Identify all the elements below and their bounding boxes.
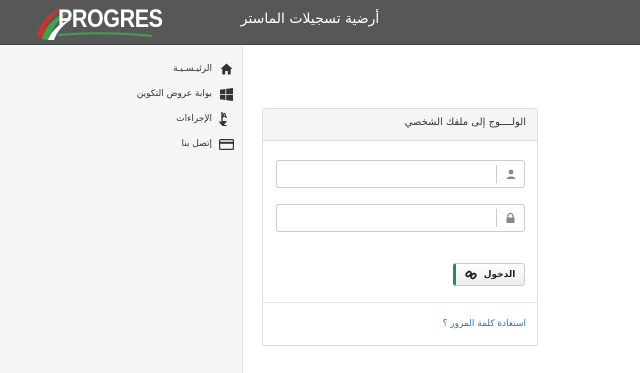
sidebar-item-label: بوابة عروض التكوين xyxy=(136,89,212,99)
login-panel: الولــــوج إلى ملفك الشخصي الدخول استعاد… xyxy=(262,108,538,346)
login-button-label: الدخول xyxy=(483,269,516,280)
username-input[interactable] xyxy=(277,161,495,187)
login-panel-heading: الولــــوج إلى ملفك الشخصي xyxy=(263,109,537,141)
top-header: PROGRES أرضية تسجيلات الماستر xyxy=(0,0,640,45)
panel-divider xyxy=(263,302,537,303)
sidebar-item-label: الرئيـسـيـة xyxy=(173,64,212,74)
username-field-group xyxy=(276,160,525,188)
sidebar-item-label: الإجراءات xyxy=(176,114,212,124)
sidebar-item-contact[interactable]: إتصل بنا xyxy=(182,135,234,153)
user-icon xyxy=(496,165,524,183)
sidebar: الرئيـسـيـة بوابة عروض التكوين A Z الإجر… xyxy=(0,46,243,373)
svg-text:A: A xyxy=(222,112,228,120)
app-title: أرضية تسجيلات الماستر xyxy=(240,11,380,27)
link-icon xyxy=(464,269,477,281)
svg-text:Z: Z xyxy=(222,120,227,127)
home-icon xyxy=(218,61,234,77)
login-button[interactable]: الدخول xyxy=(453,263,525,286)
sidebar-item-training-offers[interactable]: بوابة عروض التكوين xyxy=(137,85,234,103)
recover-password-link[interactable]: استعادة كلمة المرور ؟ xyxy=(443,319,526,329)
sort-alpha-icon: A Z xyxy=(218,111,234,127)
sidebar-item-home[interactable]: الرئيـسـيـة xyxy=(173,60,234,78)
sidebar-item-procedures[interactable]: A Z الإجراءات xyxy=(176,110,234,128)
sidebar-item-label: إتصل بنا xyxy=(181,139,212,149)
lock-icon xyxy=(496,209,524,227)
progres-logo[interactable]: PROGRES xyxy=(34,3,164,41)
password-input[interactable] xyxy=(277,205,495,231)
windows-icon xyxy=(218,86,234,102)
credit-card-icon xyxy=(218,136,234,152)
password-field-group xyxy=(276,204,525,232)
logo-text: PROGRES xyxy=(58,5,163,33)
